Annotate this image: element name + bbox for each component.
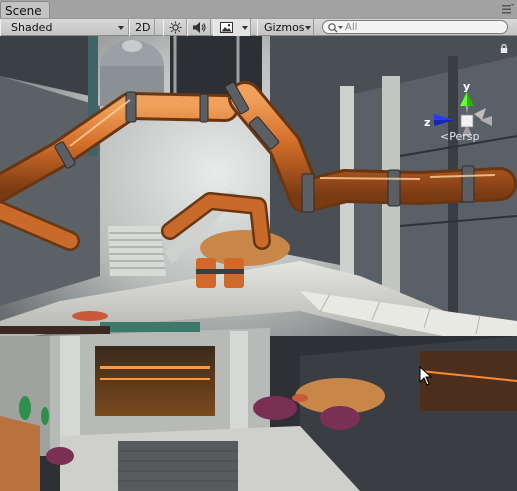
gizmos-label: Gizmos xyxy=(264,21,305,34)
tab-scene-label: Scene xyxy=(5,4,42,18)
search-icon xyxy=(328,23,343,33)
gizmo-z-label: z xyxy=(424,116,430,129)
persp-icon: < xyxy=(440,130,450,143)
tab-menu-icon[interactable] xyxy=(502,4,514,14)
tab-strip: Scene xyxy=(0,0,517,18)
mouse-cursor-icon xyxy=(419,366,433,386)
search-input[interactable] xyxy=(345,21,505,33)
scene-lighting-toggle[interactable] xyxy=(163,19,187,36)
image-effects-icon xyxy=(220,22,233,33)
scene-window: Scene Shaded 2D Gizmos All y z <Persp xyxy=(0,0,517,491)
scene-toolbar: Shaded 2D Gizmos All xyxy=(0,18,517,36)
chevron-down-icon xyxy=(305,26,311,30)
tab-scene[interactable]: Scene xyxy=(0,1,50,18)
scene-audio-toggle[interactable] xyxy=(187,19,211,36)
chevron-down-icon xyxy=(242,26,248,30)
scene-search-field[interactable] xyxy=(322,20,508,34)
shading-mode-dropdown[interactable]: Shaded xyxy=(0,19,129,36)
gizmos-dropdown[interactable]: Gizmos xyxy=(257,19,314,36)
lock-icon[interactable] xyxy=(499,44,509,54)
shading-mode-label: Shaded xyxy=(11,21,53,34)
projection-label: Persp xyxy=(449,130,480,143)
toggle-2d-label: 2D xyxy=(135,21,151,34)
sun-icon xyxy=(169,21,182,34)
scene-effects-dropdown[interactable] xyxy=(213,19,251,36)
speaker-icon xyxy=(193,22,206,33)
projection-toggle[interactable]: <Persp xyxy=(440,130,479,143)
gizmo-y-label: y xyxy=(463,80,470,93)
toggle-2d-button[interactable]: 2D xyxy=(129,19,155,36)
chevron-down-icon xyxy=(118,26,124,30)
scene-viewport[interactable]: y z <Persp xyxy=(0,36,517,491)
